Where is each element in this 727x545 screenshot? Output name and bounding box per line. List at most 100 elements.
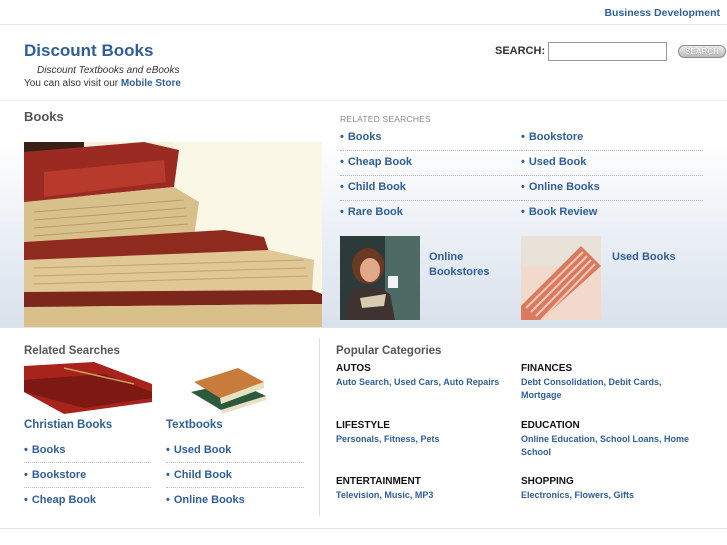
divider	[340, 150, 520, 151]
category-autos[interactable]: AUTOS	[336, 363, 371, 374]
bullet: •	[166, 469, 170, 481]
related-link-label: Bookstore	[528, 131, 584, 143]
related-searches-title: Related Searches	[24, 345, 120, 357]
related-link-label: Online Books	[528, 181, 600, 193]
lower-link-cheap-book[interactable]: • Cheap Book	[24, 494, 96, 506]
search-label: SEARCH:	[495, 45, 546, 57]
category-links-line: Debt Consolidation, Debit Cards,	[521, 377, 662, 387]
lower-link-label: Online Books	[173, 494, 245, 506]
category-links-line: Auto Search, Used Cars, Auto Repairs	[336, 377, 500, 387]
divider	[340, 200, 520, 201]
christian-books-link[interactable]: Christian Books	[24, 419, 112, 431]
bullet: •	[521, 156, 525, 168]
textbooks-link[interactable]: Textbooks	[166, 419, 223, 431]
lower-link-label: Books	[31, 444, 66, 456]
category-entertainment[interactable]: ENTERTAINMENT	[336, 476, 421, 487]
related-link-label: Cheap Book	[347, 156, 413, 168]
divider	[521, 150, 703, 151]
books-stack-image	[24, 142, 322, 327]
category-links-line: Personals, Fitness, Pets	[336, 434, 440, 444]
related-link-rare-book[interactable]: • Rare Book	[340, 206, 403, 218]
category-links-line: Television, Music, MP3	[336, 490, 434, 500]
lower-link-label: Cheap Book	[31, 494, 97, 506]
bullet: •	[166, 444, 170, 456]
bullet: •	[340, 156, 344, 168]
books-stack-illustration	[24, 142, 322, 327]
mobile-store-prefix: You can also visit our	[24, 78, 121, 89]
header-divider	[0, 100, 727, 101]
lower-link-used-book[interactable]: • Used Book	[166, 444, 231, 456]
lower-link-child-book[interactable]: • Child Book	[166, 469, 232, 481]
bullet: •	[24, 444, 28, 456]
christian-books-image[interactable]	[24, 362, 152, 414]
thumb-label-line: Used Books	[612, 251, 676, 263]
related-link-book-review[interactable]: • Book Review	[521, 206, 597, 218]
category-links-line: Electronics, Flowers, Gifts	[521, 490, 635, 500]
bullet: •	[521, 206, 525, 218]
lower-link-books[interactable]: • Books	[24, 444, 65, 456]
divider	[24, 487, 151, 488]
used-books-thumbnail[interactable]	[521, 236, 601, 320]
used-books-link[interactable]: Used Books	[612, 250, 676, 265]
category-education-links[interactable]: Online Education, School Loans, Home Scho…	[521, 433, 689, 459]
category-lifestyle-links[interactable]: Personals, Fitness, Pets	[336, 433, 440, 446]
lower-link-bookstore[interactable]: • Bookstore	[24, 469, 86, 481]
category-lifestyle[interactable]: LIFESTYLE	[336, 420, 390, 431]
category-shopping-links[interactable]: Electronics, Flowers, Gifts	[521, 489, 634, 502]
bullet: •	[521, 181, 525, 193]
category-education[interactable]: EDUCATION	[521, 420, 580, 431]
related-searches-header: RELATED SEARCHES	[340, 114, 431, 124]
related-link-label: Rare Book	[347, 206, 403, 218]
category-autos-links[interactable]: Auto Search, Used Cars, Auto Repairs	[336, 376, 499, 389]
divider	[166, 462, 304, 463]
related-link-books[interactable]: • Books	[340, 131, 381, 143]
related-link-label: Book Review	[528, 206, 598, 218]
book-stack-photo	[166, 362, 276, 414]
related-link-label: Child Book	[347, 181, 406, 193]
related-link-online-books[interactable]: • Online Books	[521, 181, 600, 193]
related-link-used-book[interactable]: • Used Book	[521, 156, 586, 168]
bullet: •	[340, 131, 344, 143]
online-bookstores-link[interactable]: Online Bookstores	[429, 250, 490, 280]
mobile-store-link[interactable]: Mobile Store	[121, 78, 181, 89]
lower-link-label: Used Book	[173, 444, 232, 456]
bullet: •	[340, 206, 344, 218]
bullet: •	[24, 469, 28, 481]
category-shopping[interactable]: SHOPPING	[521, 476, 574, 487]
category-finances-links[interactable]: Debt Consolidation, Debit Cards, Mortgage	[521, 376, 662, 402]
reading-woman-photo	[340, 236, 420, 320]
related-link-bookstore[interactable]: • Bookstore	[521, 131, 583, 143]
business-development-link[interactable]: Business Development	[604, 7, 720, 19]
related-link-label: Used Book	[528, 156, 587, 168]
footer-divider	[0, 528, 727, 529]
divider	[340, 175, 520, 176]
section-divider	[0, 327, 727, 328]
divider	[166, 487, 304, 488]
column-divider	[319, 338, 320, 516]
divider	[521, 175, 703, 176]
category-finances[interactable]: FINANCES	[521, 363, 572, 374]
category-entertainment-links[interactable]: Television, Music, MP3	[336, 489, 433, 502]
mobile-store-note: You can also visit our Mobile Store	[24, 78, 181, 89]
site-logo-title[interactable]: Discount Books	[24, 41, 153, 61]
related-link-child-book[interactable]: • Child Book	[340, 181, 406, 193]
textbooks-image[interactable]	[166, 362, 276, 414]
search-input[interactable]	[548, 42, 667, 61]
search-button[interactable]: SEARCH	[678, 45, 726, 58]
lower-link-label: Child Book	[173, 469, 232, 481]
category-links-line: Online Education, School Loans, Home	[521, 434, 690, 444]
site-tagline: Discount Textbooks and eBooks	[37, 65, 180, 76]
related-link-cheap-book[interactable]: • Cheap Book	[340, 156, 412, 168]
bullet: •	[24, 494, 28, 506]
bullet: •	[166, 494, 170, 506]
category-links-line: School	[521, 447, 552, 457]
divider	[521, 200, 703, 201]
popular-categories-title: Popular Categories	[336, 345, 442, 357]
red-book-photo	[24, 362, 152, 414]
related-link-label: Books	[347, 131, 382, 143]
lower-link-online-books[interactable]: • Online Books	[166, 494, 245, 506]
book-pages-photo	[521, 236, 601, 320]
online-bookstores-thumbnail[interactable]	[340, 236, 420, 320]
books-section-title: Books	[24, 109, 64, 124]
thumb-label-line: Bookstores	[429, 266, 490, 278]
